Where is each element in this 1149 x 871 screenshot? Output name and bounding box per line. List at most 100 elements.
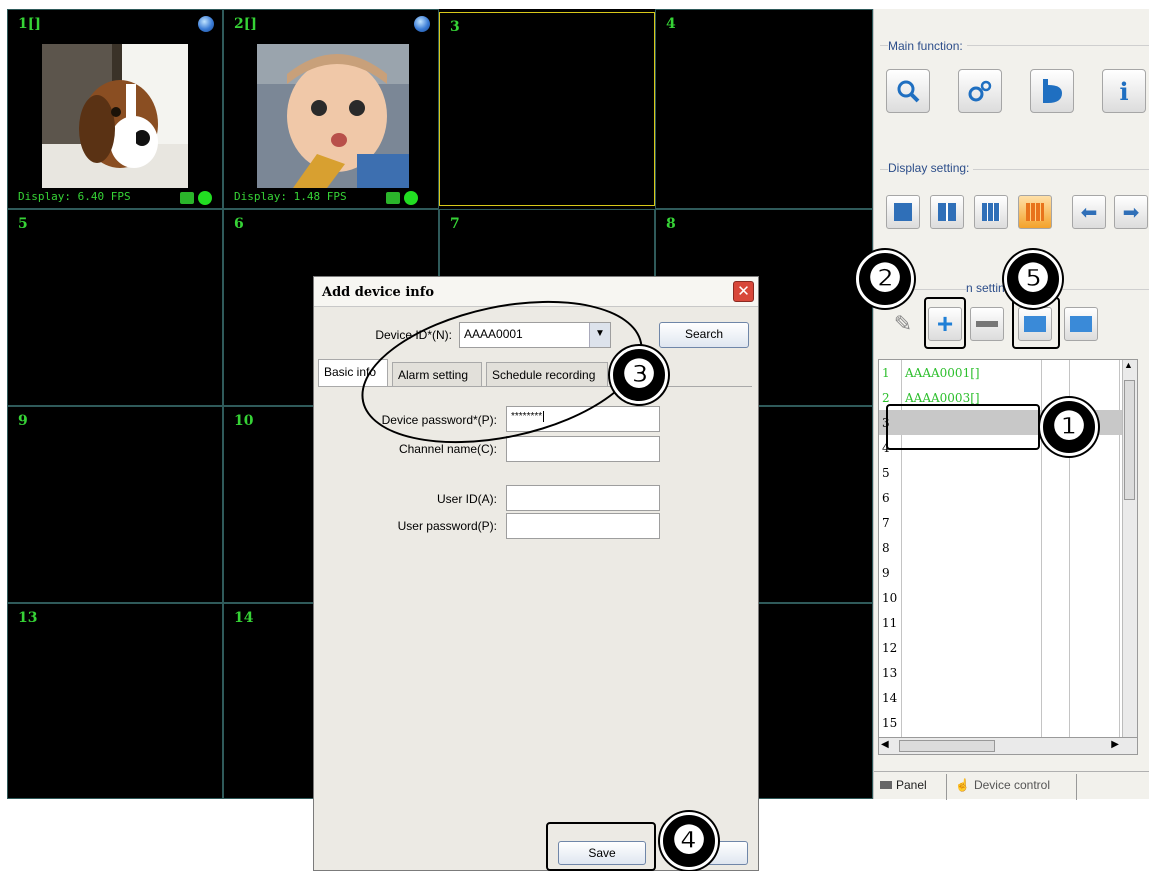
video-cell-4[interactable]: 4 xyxy=(655,9,873,209)
grid-4-icon xyxy=(938,203,956,221)
panel-tabs: Panel ☝ Device control xyxy=(874,771,1149,800)
highlight-add-button xyxy=(924,297,966,349)
user-id-field[interactable] xyxy=(506,485,660,511)
video-cell-3[interactable]: 3 xyxy=(439,12,655,206)
scrollbar-thumb[interactable] xyxy=(899,740,995,752)
search-device-button[interactable] xyxy=(886,69,930,113)
device-row[interactable]: 11 xyxy=(879,610,1134,635)
device-row[interactable]: 12 xyxy=(879,635,1134,660)
device-row-number: 11 xyxy=(882,616,898,630)
step-badge-5: ❺ xyxy=(1004,250,1062,308)
info-icon: i xyxy=(1119,76,1129,106)
cell-number: 5 xyxy=(18,216,28,232)
grid-9-icon xyxy=(982,203,1000,221)
video-cell-9[interactable]: 9 xyxy=(7,406,223,603)
cell-number: 14 xyxy=(234,610,254,626)
highlight-empty-row xyxy=(886,404,1040,450)
user-password-label: User password(P): xyxy=(397,519,497,533)
settings-button[interactable] xyxy=(958,69,1002,113)
scrollbar-thumb[interactable] xyxy=(1124,380,1135,500)
highlight-dialog-save xyxy=(546,822,656,871)
device-row-number: 2 xyxy=(882,391,890,405)
layout-3x3-button[interactable] xyxy=(974,195,1008,229)
info-button[interactable]: i xyxy=(1102,69,1146,113)
chevron-left-icon[interactable]: ◀ xyxy=(881,739,889,750)
user-id-label: User ID(A): xyxy=(437,492,497,506)
arrow-left-icon: ⬅ xyxy=(1080,201,1098,224)
video-cell-5[interactable]: 5 xyxy=(7,209,223,406)
search-icon xyxy=(897,80,920,103)
hand-pointer-icon: ☝ xyxy=(955,778,970,792)
device-row-number: 5 xyxy=(882,466,890,480)
cell-number: 1[] xyxy=(18,16,41,32)
device-row-number: 8 xyxy=(882,541,890,555)
video-cell-1[interactable]: 1[] Display: 6.40 FPS xyxy=(7,9,223,209)
grid-1-icon xyxy=(894,203,912,221)
vertical-scrollbar[interactable]: ▲ ▼ xyxy=(1122,360,1137,750)
layout-2x2-button[interactable] xyxy=(930,195,964,229)
next-page-button[interactable]: ➡ xyxy=(1114,195,1148,229)
device-row[interactable]: 9 xyxy=(879,560,1134,585)
cell-number: 2[] xyxy=(234,16,257,32)
channel-name-field[interactable] xyxy=(506,436,660,462)
arrow-right-icon: ➡ xyxy=(1122,201,1140,224)
camera-icon xyxy=(386,192,400,204)
horizontal-scrollbar[interactable]: ◀ ▶ xyxy=(878,737,1138,755)
gear-icon xyxy=(968,80,992,102)
device-row-id: AAAA0003[] xyxy=(905,391,980,405)
cell-number: 7 xyxy=(450,216,460,232)
device-row[interactable]: 15 xyxy=(879,710,1134,735)
device-row[interactable]: 1 AAAA0001[] xyxy=(879,360,1134,385)
device-row[interactable]: 13 xyxy=(879,660,1134,685)
layout-1x1-button[interactable] xyxy=(886,195,920,229)
tab-panel-label: Panel xyxy=(896,778,927,792)
cell-number: 9 xyxy=(18,413,28,429)
user-password-field[interactable] xyxy=(506,513,660,539)
edit-device-button[interactable]: ✎ xyxy=(886,307,920,341)
minus-icon xyxy=(976,321,998,327)
dialog-title: Add device info xyxy=(322,285,435,300)
display-setting-label: Display setting: xyxy=(888,161,974,175)
chevron-up-icon[interactable]: ▲ xyxy=(1124,360,1133,370)
status-dot xyxy=(404,191,418,205)
cell-number: 10 xyxy=(234,413,254,429)
device-row[interactable]: 14 xyxy=(879,685,1134,710)
device-row[interactable]: 5 xyxy=(879,460,1134,485)
device-row-number: 15 xyxy=(882,716,898,730)
device-row-number: 7 xyxy=(882,516,890,530)
step-badge-4: ❹ xyxy=(660,812,718,870)
device-row-number: 6 xyxy=(882,491,890,505)
previous-page-button[interactable]: ⬅ xyxy=(1072,195,1106,229)
globe-icon xyxy=(198,16,214,32)
cell-number: 8 xyxy=(666,216,676,232)
panel-tab-icon xyxy=(880,781,892,789)
device-row[interactable]: 6 xyxy=(879,485,1134,510)
close-icon[interactable]: ✕ xyxy=(733,281,754,302)
device-row-id: AAAA0001[] xyxy=(905,366,980,380)
step-badge-1: ❶ xyxy=(1040,398,1098,456)
layout-4x4-button[interactable] xyxy=(1018,195,1052,229)
chevron-right-icon[interactable]: ▶ xyxy=(1111,739,1119,750)
device-row-number: 14 xyxy=(882,691,898,705)
globe-icon xyxy=(414,16,430,32)
tab-panel[interactable]: Panel xyxy=(880,778,927,792)
device-row-number: 1 xyxy=(882,366,890,380)
camera-icon xyxy=(180,192,194,204)
playback-button[interactable] xyxy=(1030,69,1074,113)
step-badge-3: ❸ xyxy=(610,346,668,404)
device-row[interactable]: 10 xyxy=(879,585,1134,610)
tab-device-control[interactable]: ☝ Device control xyxy=(946,774,1077,800)
remove-device-button[interactable] xyxy=(970,307,1004,341)
video-cell-13[interactable]: 13 xyxy=(7,603,223,799)
device-row[interactable]: 8 xyxy=(879,535,1134,560)
device-row[interactable]: 7 xyxy=(879,510,1134,535)
fps-readout: Display: 6.40 FPS xyxy=(18,190,131,203)
cancel-device-button[interactable] xyxy=(1064,307,1098,341)
pencil-icon: ✎ xyxy=(893,311,913,336)
cell-number: 4 xyxy=(666,16,676,32)
main-function-label: Main function: xyxy=(888,39,967,53)
video-cell-2[interactable]: 2[] Display: 1.48 FPS xyxy=(223,9,439,209)
tab-device-control-label: Device control xyxy=(973,778,1050,792)
search-button[interactable]: Search xyxy=(659,322,749,348)
camera-feed-dog xyxy=(42,44,188,188)
